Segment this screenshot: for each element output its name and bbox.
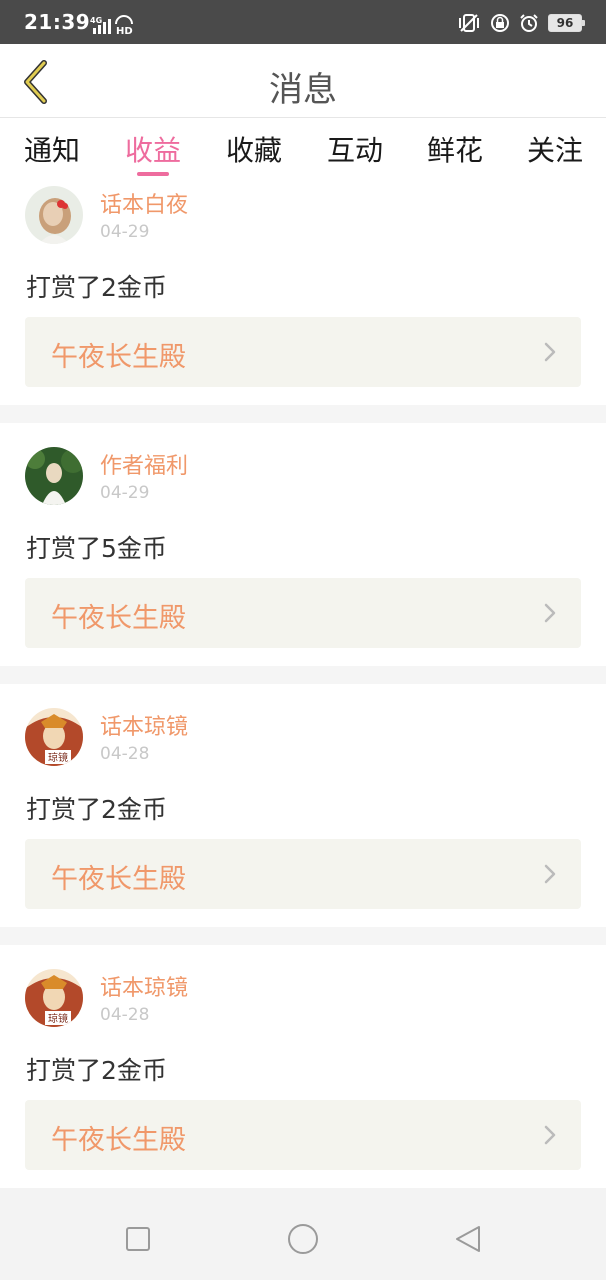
square-icon xyxy=(126,1227,150,1251)
username[interactable]: 作者福利 xyxy=(100,448,188,480)
recents-button[interactable] xyxy=(121,1222,155,1256)
status-time: 21:39 xyxy=(24,10,91,34)
status-icons: 96 xyxy=(457,12,585,34)
reward-text: 打赏了5金币 xyxy=(26,534,167,563)
message-card: 话本白夜 04-29 打赏了2金币 午夜长生殿 xyxy=(0,179,606,405)
book-link[interactable]: 午夜长生殿 xyxy=(25,578,581,648)
avatar[interactable] xyxy=(25,186,83,244)
reward-text: 打赏了2金币 xyxy=(26,273,167,302)
status-bar: 21:39 4G HD 96 xyxy=(0,0,606,44)
message-date: 04-28 xyxy=(100,1005,150,1025)
book-title: 午夜长生殿 xyxy=(51,342,186,373)
card-separator xyxy=(0,927,606,945)
chevron-right-icon xyxy=(544,603,556,623)
message-date: 04-28 xyxy=(100,744,150,764)
header: 消息 xyxy=(0,44,606,118)
message-card: 琼镜 话本琼镜 04-28 打赏了2金币 午夜长生殿 xyxy=(0,945,606,1188)
message-date: 04-29 xyxy=(100,222,150,242)
chevron-right-icon xyxy=(544,864,556,884)
card-separator xyxy=(0,666,606,684)
reward-text: 打赏了2金币 xyxy=(26,1056,167,1085)
avatar[interactable] xyxy=(25,447,83,505)
messages-screen: 21:39 4G HD 96 消息 通知 收益 收藏 互动 鲜花 关注 话本白夜… xyxy=(0,0,606,1280)
rotation-lock-icon xyxy=(491,14,509,32)
message-card: 琼镜 话本琼镜 04-28 打赏了2金币 午夜长生殿 xyxy=(0,684,606,927)
username[interactable]: 话本白夜 xyxy=(100,187,188,219)
card-separator xyxy=(0,405,606,423)
message-card: 作者福利 04-29 打赏了5金币 午夜长生殿 xyxy=(0,423,606,666)
book-title: 午夜长生殿 xyxy=(51,603,186,634)
page-title: 消息 xyxy=(269,70,337,110)
nav-back-button[interactable] xyxy=(451,1222,485,1256)
hd-text: HD xyxy=(116,26,133,35)
message-list: 话本白夜 04-29 打赏了2金币 午夜长生殿 作者福利 04-29 打赏了5金… xyxy=(0,179,606,1188)
circle-icon xyxy=(288,1224,318,1254)
battery-icon: 96 xyxy=(548,14,585,32)
alarm-icon xyxy=(520,14,538,32)
vibrate-mute-icon xyxy=(459,14,479,32)
username[interactable]: 话本琼镜 xyxy=(100,970,188,1002)
book-link[interactable]: 午夜长生殿 xyxy=(25,1100,581,1170)
reward-text: 打赏了2金币 xyxy=(26,795,167,824)
home-button[interactable] xyxy=(286,1222,320,1256)
book-link[interactable]: 午夜长生殿 xyxy=(25,317,581,387)
signal-icon: 4G HD xyxy=(90,15,133,35)
network-type-text: 4G xyxy=(90,16,102,25)
chevron-right-icon xyxy=(544,342,556,362)
system-nav-bar xyxy=(0,1188,606,1280)
triangle-back-icon xyxy=(456,1226,480,1252)
username[interactable]: 话本琼镜 xyxy=(100,709,188,741)
avatar[interactable]: 琼镜 xyxy=(25,708,83,766)
avatar-badge-text: 琼镜 xyxy=(48,751,68,764)
book-title: 午夜长生殿 xyxy=(51,864,186,895)
book-link[interactable]: 午夜长生殿 xyxy=(25,839,581,909)
chevron-right-icon xyxy=(544,1125,556,1145)
book-title: 午夜长生殿 xyxy=(51,1125,186,1156)
message-date: 04-29 xyxy=(100,483,150,503)
avatar[interactable]: 琼镜 xyxy=(25,969,83,1027)
avatar-badge-text: 琼镜 xyxy=(48,1012,68,1025)
